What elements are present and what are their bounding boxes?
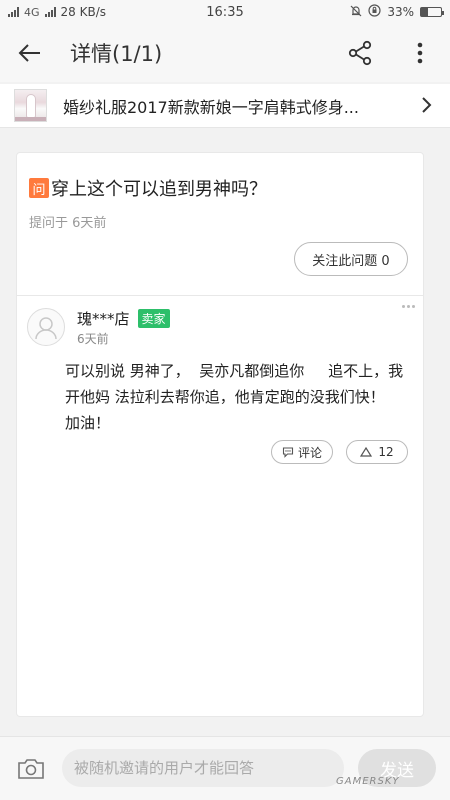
thumbnail-figure: [26, 94, 36, 118]
answer-more-button[interactable]: [397, 299, 419, 313]
signal-icon-2: [44, 7, 56, 17]
reply-input[interactable]: [62, 749, 344, 787]
product-link[interactable]: 婚纱礼服2017新款新娘一字肩韩式修身...: [0, 84, 450, 128]
dot-icon: [411, 304, 415, 308]
more-vertical-icon: [417, 42, 423, 64]
question-badge: 问: [29, 178, 49, 198]
comment-button[interactable]: 评论: [271, 440, 333, 464]
user-avatar-icon: [35, 317, 57, 340]
reply-bar: 发送: [0, 736, 450, 800]
comment-icon: [282, 447, 294, 458]
signal-icon: [8, 7, 19, 17]
bell-off-icon: [350, 5, 362, 20]
thumbnail-strip: [15, 117, 46, 121]
back-button[interactable]: [0, 24, 60, 82]
arrow-left-icon: [18, 44, 40, 62]
battery-percent: 33%: [387, 5, 414, 19]
camera-icon: [18, 759, 44, 779]
status-right: 33%: [350, 4, 444, 20]
question-row: 问 穿上这个可以追到男神吗？: [29, 175, 267, 201]
divider: [17, 295, 423, 296]
product-title: 婚纱礼服2017新款新娘一字肩韩式修身...: [63, 97, 359, 117]
watermark-text: GAMERSKY: [336, 776, 400, 787]
like-count: 12: [378, 445, 394, 459]
chevron-right-icon: [420, 96, 432, 118]
dot-icon: [406, 304, 410, 308]
product-thumbnail: [14, 89, 47, 122]
follow-question-button[interactable]: 关注此问题 0: [294, 242, 408, 276]
like-button[interactable]: 12: [346, 440, 408, 464]
nav-bar: 详情(1/1): [0, 24, 450, 82]
status-left: 4G 28 KB/s: [8, 5, 106, 19]
more-button[interactable]: [400, 38, 440, 68]
share-button[interactable]: [340, 38, 380, 68]
triangle-up-icon: [360, 447, 373, 457]
battery-icon: [420, 7, 444, 17]
camera-button[interactable]: [14, 755, 48, 783]
share-icon: [348, 40, 372, 66]
answer-author[interactable]: 瑰***店: [77, 308, 130, 329]
question-meta: 提问于 6天前: [29, 216, 107, 231]
network-speed: 28 KB/s: [60, 5, 107, 19]
rotation-lock-icon: [368, 4, 381, 20]
status-bar: 4G 28 KB/s 16:35 33%: [0, 0, 450, 24]
seller-badge: 卖家: [137, 309, 170, 328]
battery-fill: [421, 8, 428, 16]
answer-author-row: 瑰***店 卖家: [77, 308, 170, 329]
question-text: 穿上这个可以追到男神吗？: [51, 179, 267, 200]
comment-label: 评论: [297, 445, 322, 460]
qa-card: 问 穿上这个可以追到男神吗？ 提问于 6天前 关注此问题 0 瑰***店 卖家 …: [16, 152, 424, 717]
network-type: 4G: [24, 5, 40, 19]
page-title: 详情(1/1): [70, 42, 163, 66]
avatar[interactable]: [27, 308, 65, 346]
answer-time: 6天前: [77, 332, 109, 346]
dot-icon: [401, 304, 405, 308]
answer-body: 可以别说 男神了， 吴亦凡都倒追你 追不上，我开他妈 法拉利去帮你追，他肯定跑的…: [65, 362, 438, 432]
